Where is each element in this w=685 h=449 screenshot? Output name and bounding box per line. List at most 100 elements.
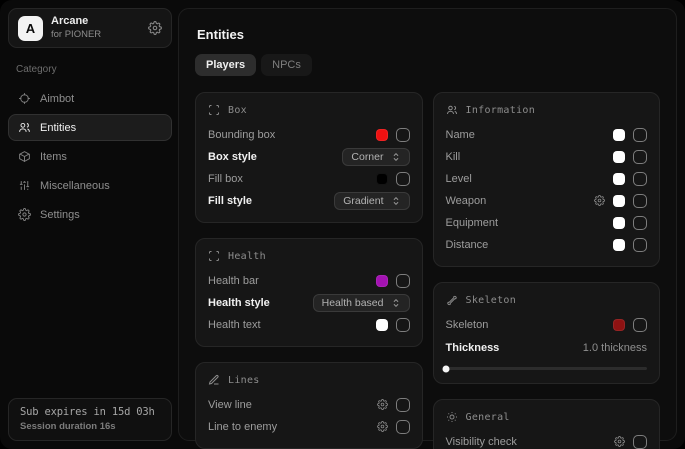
tab-bar: Players NPCs <box>195 54 660 76</box>
setting-label: Level <box>446 173 472 185</box>
setting-label: Fill style <box>208 195 252 207</box>
color-swatch[interactable] <box>376 275 388 287</box>
setting-label: Health text <box>208 319 261 331</box>
sun-icon <box>446 411 458 423</box>
card-skeleton: Skeleton Skeleton Thickness 1.0 t <box>433 282 661 384</box>
sidebar-item-aimbot[interactable]: Aimbot <box>8 85 172 112</box>
thickness-slider[interactable] <box>446 367 648 370</box>
bounding-box-checkbox[interactable] <box>396 128 410 142</box>
setting-row-weapon: Weapon <box>446 190 648 211</box>
sidebar-item-label: Entities <box>40 122 76 134</box>
tab-npcs[interactable]: NPCs <box>261 54 312 76</box>
box-style-dropdown[interactable]: Corner <box>342 148 409 166</box>
card-general: General Visibility check Max distance <box>433 399 661 449</box>
color-swatch[interactable] <box>613 319 625 331</box>
setting-label: Kill <box>446 151 461 163</box>
card-lines: Lines View line Line to enemy <box>195 362 423 449</box>
setting-label: Box style <box>208 151 257 163</box>
setting-row-name: Name <box>446 124 648 145</box>
dropdown-value: Corner <box>351 151 383 163</box>
distance-checkbox[interactable] <box>633 238 647 252</box>
setting-label: Health style <box>208 297 270 309</box>
gear-icon[interactable] <box>377 399 388 410</box>
color-swatch[interactable] <box>613 217 625 229</box>
skeleton-checkbox[interactable] <box>633 318 647 332</box>
thickness-value: 1.0 thickness <box>583 342 647 354</box>
setting-row-thickness: Thickness 1.0 thickness <box>446 337 648 358</box>
setting-row-equipment: Equipment <box>446 212 648 233</box>
kill-checkbox[interactable] <box>633 150 647 164</box>
gear-icon <box>18 208 31 221</box>
sidebar-item-miscellaneous[interactable]: Miscellaneous <box>8 172 172 199</box>
color-swatch[interactable] <box>376 173 388 185</box>
visibility-check-checkbox[interactable] <box>633 435 647 449</box>
app-logo: A <box>18 16 43 41</box>
setting-row-skeleton: Skeleton <box>446 314 648 335</box>
setting-label: Bounding box <box>208 129 275 141</box>
card-title: General <box>466 412 510 423</box>
sidebar-item-label: Miscellaneous <box>40 180 110 192</box>
sidebar-item-label: Settings <box>40 209 80 221</box>
card-information-header: Information <box>446 104 648 116</box>
sidebar-item-label: Items <box>40 151 67 163</box>
scan-brackets-icon <box>208 104 220 116</box>
equipment-checkbox[interactable] <box>633 216 647 230</box>
subscription-card: Sub expires in 15d 03h Session duration … <box>8 398 172 441</box>
setting-row-level: Level <box>446 168 648 189</box>
session-duration-text: Session duration 16s <box>20 421 160 432</box>
crosshair-icon <box>18 92 31 105</box>
sidebar-item-settings[interactable]: Settings <box>8 201 172 228</box>
sidebar-item-items[interactable]: Items <box>8 143 172 170</box>
dropdown-value: Health based <box>322 297 384 309</box>
tab-players[interactable]: Players <box>195 54 256 76</box>
gear-icon[interactable] <box>614 436 625 447</box>
fill-style-dropdown[interactable]: Gradient <box>334 192 409 210</box>
line-to-enemy-checkbox[interactable] <box>396 420 410 434</box>
scan-brackets-icon <box>208 250 220 262</box>
slider-thumb[interactable] <box>442 365 449 372</box>
setting-label: Weapon <box>446 195 487 207</box>
color-swatch[interactable] <box>613 195 625 207</box>
card-lines-header: Lines <box>208 374 410 386</box>
sidebar-spacer <box>8 228 172 398</box>
settings-gear-icon[interactable] <box>148 21 162 35</box>
card-title: Box <box>228 105 247 116</box>
color-swatch[interactable] <box>376 129 388 141</box>
card-title: Health <box>228 251 266 262</box>
sub-expiry-text: Sub expires in 15d 03h <box>20 406 160 418</box>
sidebar-item-entities[interactable]: Entities <box>8 114 172 141</box>
name-checkbox[interactable] <box>633 128 647 142</box>
app-identity: Arcane for PIONER <box>51 15 140 41</box>
card-title: Skeleton <box>466 295 517 306</box>
page-title: Entities <box>197 27 660 42</box>
setting-row-line-to-enemy: Line to enemy <box>208 416 410 437</box>
cards-grid: Box Bounding box Box style <box>195 92 660 449</box>
right-column: Information Name Kill <box>433 92 661 449</box>
setting-row-box-style: Box style Corner <box>208 146 410 167</box>
app-window: A Arcane for PIONER Category Aimbot Enti… <box>0 0 685 449</box>
setting-row-health-style: Health style Health based <box>208 292 410 313</box>
gear-icon[interactable] <box>594 195 605 206</box>
health-text-checkbox[interactable] <box>396 318 410 332</box>
sliders-icon <box>18 179 31 192</box>
color-swatch[interactable] <box>376 319 388 331</box>
color-swatch[interactable] <box>613 129 625 141</box>
setting-label: Fill box <box>208 173 243 185</box>
gear-icon[interactable] <box>377 421 388 432</box>
level-checkbox[interactable] <box>633 172 647 186</box>
view-line-checkbox[interactable] <box>396 398 410 412</box>
card-box: Box Bounding box Box style <box>195 92 423 223</box>
health-bar-checkbox[interactable] <box>396 274 410 288</box>
fill-box-checkbox[interactable] <box>396 172 410 186</box>
card-health: Health Health bar Health style <box>195 238 423 347</box>
health-style-dropdown[interactable]: Health based <box>313 294 410 312</box>
color-swatch[interactable] <box>613 173 625 185</box>
color-swatch[interactable] <box>613 151 625 163</box>
setting-row-view-line: View line <box>208 394 410 415</box>
weapon-checkbox[interactable] <box>633 194 647 208</box>
cube-icon <box>18 150 31 163</box>
setting-row-bounding-box: Bounding box <box>208 124 410 145</box>
setting-row-health-text: Health text <box>208 314 410 335</box>
color-swatch[interactable] <box>613 239 625 251</box>
setting-label: Skeleton <box>446 319 489 331</box>
